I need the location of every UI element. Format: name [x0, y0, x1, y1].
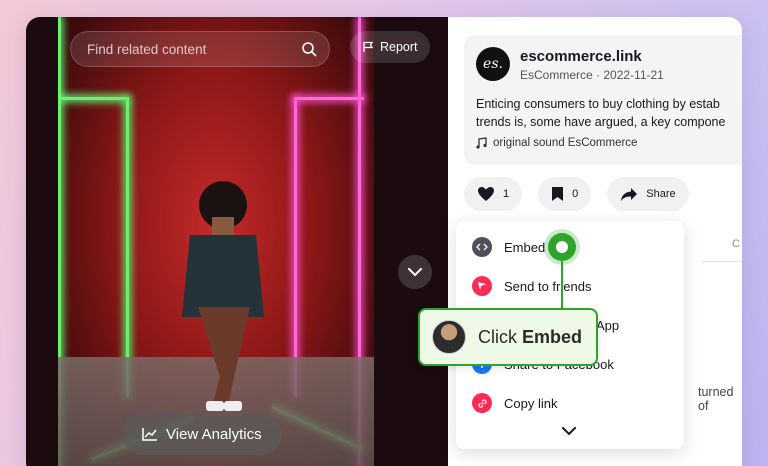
guide-avatar: [432, 320, 466, 354]
video-frame: [58, 17, 374, 466]
author-handle[interactable]: escommerce.link: [520, 48, 642, 65]
music-note-icon: [476, 137, 487, 149]
description-line: Enticing consumers to buy clothing by es…: [476, 97, 720, 111]
view-analytics-button[interactable]: View Analytics: [122, 413, 282, 455]
share-arrow-icon: [621, 187, 638, 201]
save-count: 0: [572, 188, 579, 200]
neon-strip: [126, 97, 129, 397]
menu-item-label: App: [596, 317, 620, 333]
sound-link[interactable]: original sound EsCommerce: [476, 137, 637, 149]
save-button[interactable]: 0: [538, 177, 592, 211]
menu-item-label: Copy link: [504, 395, 558, 411]
analytics-chart-icon: [142, 428, 157, 441]
post-description: Enticing consumers to buy clothing by es…: [476, 95, 742, 131]
search-input[interactable]: Find related content: [70, 31, 330, 67]
neon-strip: [294, 97, 297, 397]
click-target-indicator: [548, 233, 576, 261]
code-icon: [472, 237, 492, 257]
neon-strip: [58, 97, 128, 100]
description-line: trends is, some have argued, a key compo…: [476, 115, 726, 129]
menu-item-embed[interactable]: Embed: [472, 236, 545, 258]
report-button[interactable]: Report: [350, 31, 430, 63]
heart-icon: [478, 187, 494, 201]
callout-prefix: Click: [478, 326, 517, 347]
author-meta: EsCommerce · 2022-11-21: [520, 68, 664, 82]
like-count: 1: [503, 188, 510, 200]
callout-text: Click Embed: [478, 327, 582, 348]
comment-fragment: turned of: [698, 385, 734, 413]
tab-divider: [702, 261, 742, 262]
menu-item-send-to-friends[interactable]: Send to friends: [472, 275, 591, 297]
like-button[interactable]: 1: [464, 177, 523, 211]
post-card: es. escommerce.link EsCommerce · 2022-11…: [464, 35, 742, 165]
callout-action: Embed: [522, 326, 583, 347]
search-placeholder: Find related content: [87, 41, 207, 57]
flag-icon: [363, 41, 374, 52]
person-figure: [182, 181, 264, 411]
callout-connector: [561, 261, 563, 309]
chevron-down-icon: [408, 267, 422, 276]
chevron-down-icon[interactable]: [562, 427, 576, 436]
video-player[interactable]: Find related content Report View Analyti…: [26, 17, 448, 466]
analytics-label: View Analytics: [166, 425, 262, 443]
neon-strip: [294, 97, 364, 100]
link-icon: [472, 393, 492, 413]
share-button[interactable]: Share: [607, 177, 689, 211]
sound-label: original sound EsCommerce: [493, 137, 638, 149]
menu-item-label: Embed: [504, 239, 546, 255]
send-icon: [472, 276, 492, 296]
next-video-button[interactable]: [398, 255, 432, 289]
share-label: Share: [646, 188, 676, 200]
menu-item-label: Send to friends: [504, 278, 592, 294]
action-bar: 1 0 Share: [464, 177, 689, 211]
bookmark-icon: [552, 187, 564, 201]
avatar[interactable]: es.: [476, 47, 510, 81]
search-icon[interactable]: [301, 41, 317, 57]
report-label: Report: [380, 40, 418, 54]
guide-callout: Click Embed: [418, 308, 598, 366]
tab-partial[interactable]: C: [732, 238, 740, 250]
menu-item-copy-link[interactable]: Copy link: [472, 392, 557, 414]
